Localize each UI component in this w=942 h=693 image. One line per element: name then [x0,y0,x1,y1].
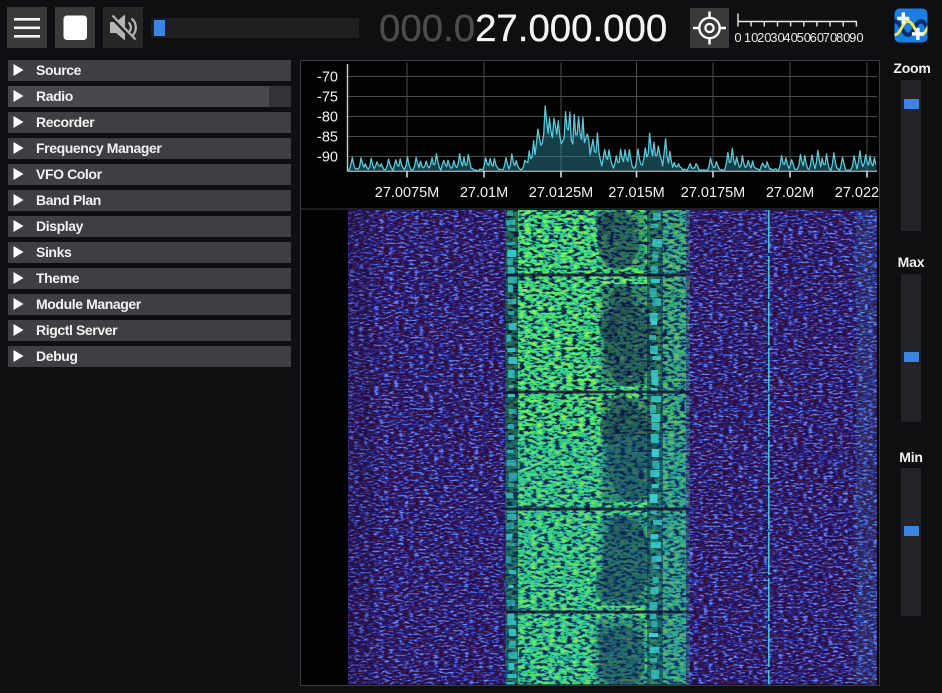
svg-text:27.0075M: 27.0075M [375,185,440,201]
svg-text:27.01M: 27.01M [460,185,508,201]
svg-text:-75: -75 [317,90,338,106]
svg-text:-90: -90 [317,150,338,166]
svg-text:27.0225M: 27.0225M [835,185,900,201]
svg-text:-80: -80 [317,110,338,126]
svg-text:-85: -85 [317,130,338,146]
svg-text:27.0125M: 27.0125M [529,185,594,201]
svg-text:-70: -70 [317,70,338,86]
svg-text:27.015M: 27.015M [608,185,664,201]
svg-text:27.02M: 27.02M [766,185,814,201]
svg-text:27.0175M: 27.0175M [681,185,746,201]
